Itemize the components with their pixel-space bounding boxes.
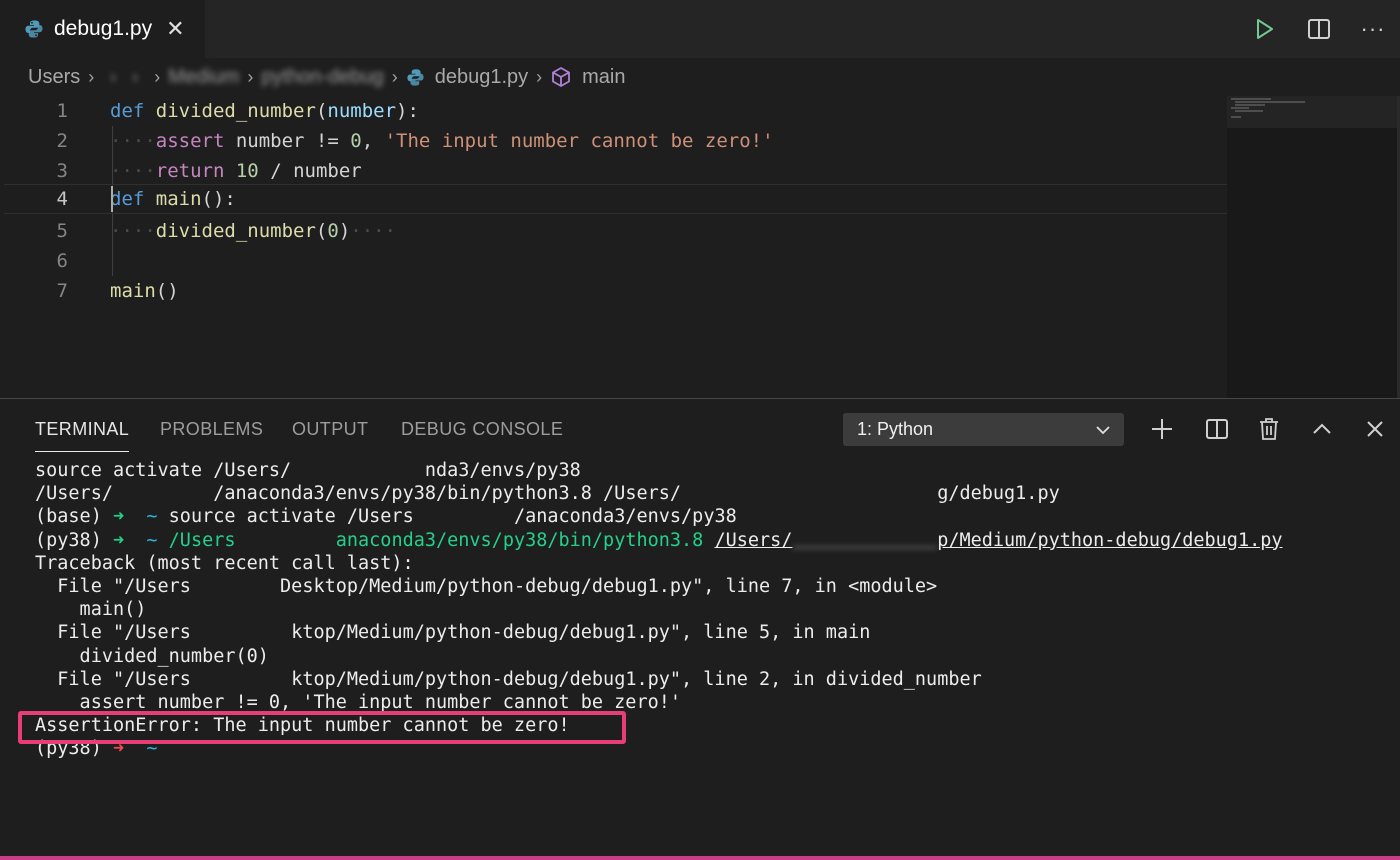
more-icon: ··· (1360, 16, 1386, 41)
breadcrumb-python-debug[interactable]: python-debug (261, 66, 383, 89)
terminal-line: divided_number(0) (35, 645, 269, 667)
split-terminal-button[interactable] (1200, 412, 1234, 446)
code-text: def divided_number(number): (110, 100, 419, 122)
breadcrumb-users[interactable]: Users (28, 66, 80, 89)
text-cursor (111, 186, 113, 212)
line-number: 4 (56, 188, 68, 210)
symbol-method-icon (552, 67, 571, 87)
terminal-line: main() (35, 599, 147, 621)
terminal-select[interactable]: 1: Python (843, 413, 1124, 446)
python-file-icon (407, 68, 424, 86)
code-line[interactable]: 5 ····divided_number(0)···· (0, 216, 1248, 246)
more-actions-button[interactable]: ··· (1346, 0, 1400, 58)
bottom-panel: TERMINAL PROBLEMS OUTPUT DEBUG CONSOLE 1… (0, 398, 1400, 860)
code-line[interactable]: 3 ····return 10 / number (0, 156, 1248, 186)
line-number: 1 (56, 100, 68, 122)
close-tab-icon[interactable]: ✕ (166, 18, 184, 40)
breadcrumb-debug1-py[interactable]: debug1.py (406, 66, 528, 89)
error-highlight-box (18, 711, 626, 744)
minimap-line (1235, 104, 1265, 106)
breadcrumb: Users › › › › Medium › python-debug › de… (0, 58, 1400, 96)
minimap[interactable] (1227, 96, 1397, 398)
tab-problems[interactable]: PROBLEMS (160, 419, 263, 440)
breadcrumb-separator: › (536, 66, 543, 87)
code-line-current[interactable]: 4 def main(): (4, 184, 1252, 214)
terminal-line: (base) ➜ ~ source activate /Users /anaco… (35, 506, 737, 528)
chevron-down-icon (1096, 426, 1110, 435)
minimap-line (1231, 98, 1271, 100)
close-panel-icon (1367, 421, 1383, 437)
terminal-file-link: /Users/ (714, 529, 793, 551)
code-text: ····divided_number(0)···· (110, 220, 397, 242)
tab-output[interactable]: OUTPUT (292, 419, 368, 440)
minimap-line (1231, 116, 1241, 118)
maximize-panel-icon (1313, 423, 1331, 434)
close-panel-button[interactable] (1358, 412, 1392, 446)
editor-actions: ··· (1238, 0, 1400, 58)
add-terminal-icon (1152, 419, 1172, 439)
code-text: main() (110, 280, 179, 302)
status-edge (0, 856, 1400, 860)
split-editor-icon (1308, 19, 1330, 39)
terminal-line: File "/Users ktop/Medium/python-debug/de… (35, 668, 982, 690)
line-number: 6 (56, 250, 68, 272)
code-line[interactable]: 2 ····assert number != 0, 'The input num… (0, 126, 1248, 156)
breadcrumb-main[interactable]: main (550, 66, 625, 89)
breadcrumb-separator: › (110, 66, 117, 87)
line-number: 2 (56, 130, 68, 152)
line-number: 5 (56, 220, 68, 242)
prompt-arrow-icon: ➜ (112, 529, 125, 551)
code-text: ····return 10 / number (110, 160, 362, 182)
prompt-arrow-icon: ➜ (112, 506, 125, 528)
breadcrumb-medium[interactable]: Medium (168, 66, 239, 89)
panel-tabs: TERMINAL PROBLEMS OUTPUT DEBUG CONSOLE 1… (0, 399, 1400, 461)
split-editor-button[interactable] (1292, 0, 1346, 58)
run-button[interactable] (1238, 0, 1292, 58)
kill-terminal-button[interactable] (1252, 412, 1286, 446)
breadcrumb-separator: › (391, 66, 398, 87)
breadcrumb-separator: › (88, 66, 95, 87)
terminal-line: Traceback (most recent call last): (35, 552, 414, 574)
terminal-select-value: 1: Python (857, 419, 934, 439)
terminal-line: /Users/ /anaconda3/envs/py38/bin/python3… (35, 483, 1060, 505)
code-line[interactable]: 1 def divided_number(number): (0, 96, 1248, 126)
editor-tab-bar: debug1.py ✕ ··· (0, 0, 1400, 58)
terminal-line: File "/Users ktop/Medium/python-debug/de… (35, 622, 871, 644)
terminal-line: source activate /Users/ nda3/envs/py38 (35, 460, 581, 481)
tab-debug-console[interactable]: DEBUG CONSOLE (401, 419, 563, 440)
minimap-line (1235, 101, 1305, 103)
tab-terminal[interactable]: TERMINAL (35, 419, 130, 452)
breadcrumb-separator: › (132, 66, 139, 87)
line-number: 3 (56, 160, 68, 182)
tab-label: debug1.py (54, 17, 153, 40)
maximize-panel-button[interactable] (1305, 412, 1339, 446)
code-text: ····assert number != 0, 'The input numbe… (110, 130, 774, 152)
minimap-line (1235, 110, 1263, 112)
python-file-icon (25, 20, 43, 38)
code-line[interactable]: 7 main() (0, 276, 1248, 306)
add-terminal-button[interactable] (1145, 412, 1179, 446)
code-text: def main(): (110, 188, 236, 210)
trash-icon (1260, 418, 1278, 440)
run-icon (1257, 19, 1273, 39)
minimap-line (1231, 107, 1249, 109)
terminal-line: (py38) ➜ ~ /Users anaconda3/envs/py38/bi… (35, 529, 1283, 551)
breadcrumb-separator: › (154, 66, 161, 87)
code-line[interactable]: 6 (0, 246, 1248, 276)
split-terminal-icon (1206, 419, 1228, 439)
tab-debug1-py[interactable]: debug1.py ✕ (0, 0, 205, 58)
code-editor[interactable]: 1 def divided_number(number): 2 ····asse… (0, 96, 1400, 398)
terminal-line: File "/Users Desktop/Medium/python-debug… (35, 575, 938, 597)
line-number: 7 (56, 280, 68, 302)
breadcrumb-separator: › (247, 66, 254, 87)
